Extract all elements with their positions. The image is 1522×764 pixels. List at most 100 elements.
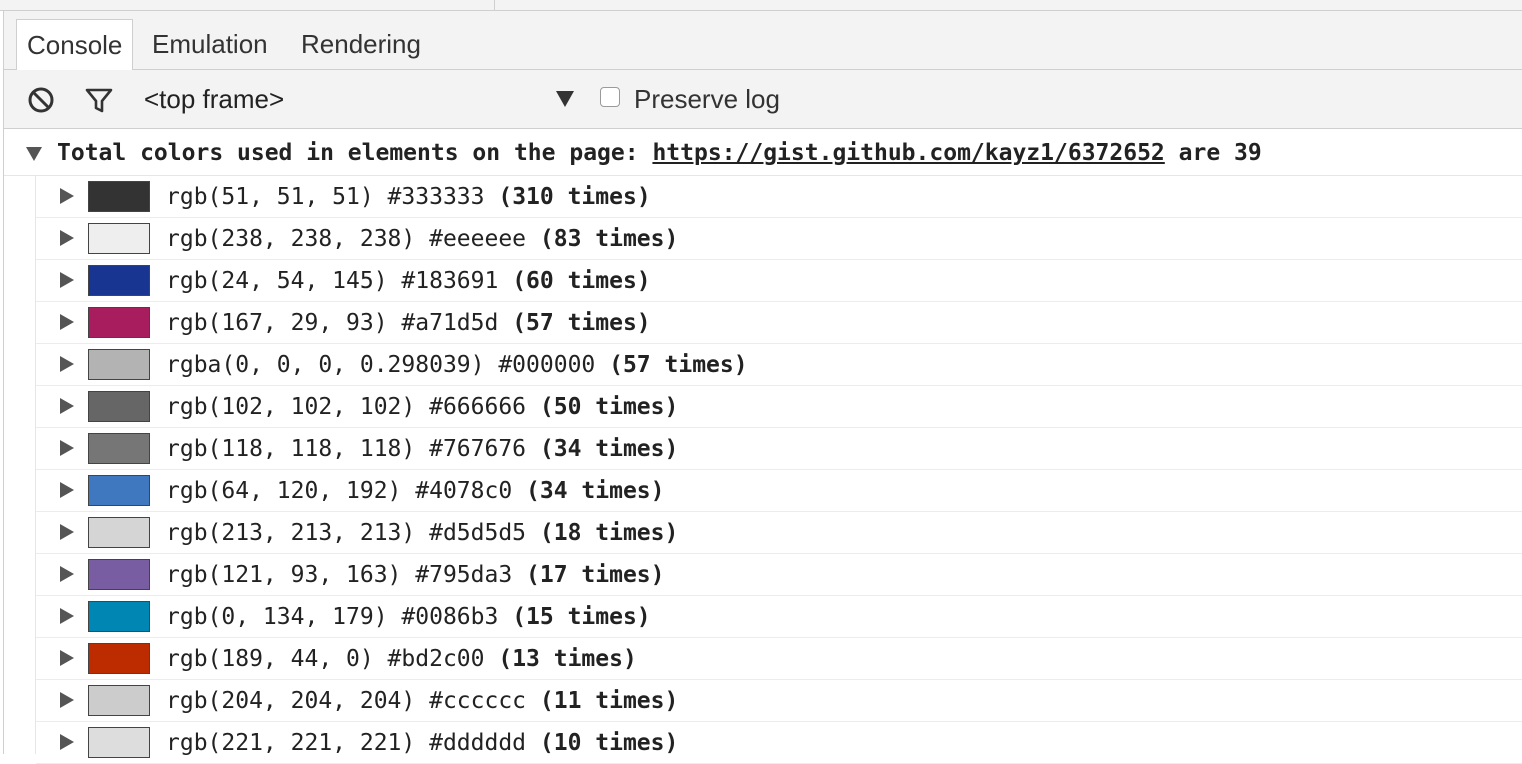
top-panel-strip: [0, 0, 1522, 11]
expand-triangle-icon[interactable]: [26, 147, 42, 161]
gist-link[interactable]: https://gist.github.com/kayz1/6372652: [652, 140, 1164, 166]
drawer-tab-bar: Console Emulation Rendering: [4, 11, 1522, 70]
tab-console[interactable]: Console: [16, 19, 134, 70]
color-text: rgb(24, 54, 145) #183691 (60 times): [166, 260, 651, 302]
collapse-triangle-icon[interactable]: [60, 734, 74, 750]
color-value: rgb(121, 93, 163) #795da3: [166, 562, 527, 588]
color-row[interactable]: rgb(167, 29, 93) #a71d5d (57 times): [36, 302, 1522, 344]
color-swatch: [88, 223, 150, 254]
collapse-triangle-icon[interactable]: [60, 356, 74, 372]
color-count: (15 times): [512, 604, 651, 630]
color-count: (57 times): [512, 310, 651, 336]
color-count: (13 times): [498, 646, 637, 672]
color-row[interactable]: rgb(0, 134, 179) #0086b3 (15 times): [36, 596, 1522, 638]
color-value: rgb(238, 238, 238) #eeeeee: [166, 226, 540, 252]
color-text: rgb(238, 238, 238) #eeeeee (83 times): [166, 218, 678, 260]
color-count: (18 times): [539, 520, 679, 546]
color-swatch: [88, 391, 150, 422]
color-text: rgb(64, 120, 192) #4078c0 (34 times): [166, 470, 665, 512]
collapse-triangle-icon[interactable]: [60, 230, 74, 246]
color-text: rgb(51, 51, 51) #333333 (310 times): [166, 176, 651, 218]
color-swatch: [88, 307, 150, 338]
color-row[interactable]: rgb(221, 221, 221) #dddddd (10 times): [36, 722, 1522, 764]
color-value: rgb(102, 102, 102) #666666: [166, 394, 540, 420]
color-row[interactable]: rgb(204, 204, 204) #cccccc (11 times): [36, 680, 1522, 722]
group-message: Total colors used in elements on the pag…: [57, 129, 1262, 177]
collapse-triangle-icon[interactable]: [60, 398, 74, 414]
color-row[interactable]: rgba(0, 0, 0, 0.298039) #000000 (57 time…: [36, 344, 1522, 386]
color-row[interactable]: rgb(24, 54, 145) #183691 (60 times): [36, 260, 1522, 302]
color-row[interactable]: rgb(102, 102, 102) #666666 (50 times): [36, 386, 1522, 428]
color-row[interactable]: rgb(189, 44, 0) #bd2c00 (13 times): [36, 638, 1522, 680]
collapse-triangle-icon[interactable]: [60, 482, 74, 498]
color-count: (310 times): [498, 184, 651, 210]
color-count: (34 times): [526, 478, 665, 504]
color-value: rgb(167, 29, 93) #a71d5d: [166, 310, 513, 336]
console-toolbar: <top frame> Preserve log: [4, 70, 1522, 129]
color-count: (50 times): [539, 394, 679, 420]
dropdown-arrow-icon[interactable]: [556, 91, 574, 107]
group-prefix: Total colors used in elements on the pag…: [57, 140, 653, 166]
color-count: (83 times): [539, 226, 679, 252]
preserve-log-label[interactable]: Preserve log: [634, 70, 780, 128]
color-value: rgb(118, 118, 118) #767676: [166, 436, 540, 462]
collapse-triangle-icon[interactable]: [60, 272, 74, 288]
tab-emulation[interactable]: Emulation: [142, 19, 278, 69]
color-swatch: [88, 559, 150, 590]
color-value: rgb(204, 204, 204) #cccccc: [166, 688, 540, 714]
color-text: rgb(0, 134, 179) #0086b3 (15 times): [166, 596, 651, 638]
color-value: rgb(213, 213, 213) #d5d5d5: [166, 520, 540, 546]
frame-select[interactable]: <top frame>: [144, 70, 584, 128]
color-text: rgb(121, 93, 163) #795da3 (17 times): [166, 554, 665, 596]
color-swatch: [88, 349, 150, 380]
color-count: (34 times): [539, 436, 679, 462]
clear-console-icon[interactable]: [26, 85, 56, 115]
collapse-triangle-icon[interactable]: [60, 566, 74, 582]
collapse-triangle-icon[interactable]: [60, 440, 74, 456]
color-swatch: [88, 265, 150, 296]
color-text: rgb(102, 102, 102) #666666 (50 times): [166, 386, 678, 428]
color-swatch: [88, 685, 150, 716]
collapse-triangle-icon[interactable]: [60, 314, 74, 330]
color-value: rgba(0, 0, 0, 0.298039) #000000: [166, 352, 610, 378]
color-value: rgb(221, 221, 221) #dddddd: [166, 730, 540, 756]
color-swatch: [88, 433, 150, 464]
color-text: rgb(118, 118, 118) #767676 (34 times): [166, 428, 678, 470]
color-row[interactable]: rgb(238, 238, 238) #eeeeee (83 times): [36, 218, 1522, 260]
color-row[interactable]: rgb(51, 51, 51) #333333 (310 times): [36, 176, 1522, 218]
console-output: Total colors used in elements on the pag…: [4, 129, 1522, 764]
collapse-triangle-icon[interactable]: [60, 524, 74, 540]
color-row[interactable]: rgb(118, 118, 118) #767676 (34 times): [36, 428, 1522, 470]
color-count: (17 times): [526, 562, 665, 588]
color-count: (57 times): [609, 352, 748, 378]
color-swatch: [88, 517, 150, 548]
color-text: rgb(167, 29, 93) #a71d5d (57 times): [166, 302, 651, 344]
collapse-triangle-icon[interactable]: [60, 608, 74, 624]
collapse-triangle-icon[interactable]: [60, 692, 74, 708]
color-value: rgb(64, 120, 192) #4078c0: [166, 478, 527, 504]
color-count: (10 times): [539, 730, 679, 756]
color-value: rgb(24, 54, 145) #183691: [166, 268, 513, 294]
console-group-header[interactable]: Total colors used in elements on the pag…: [4, 129, 1522, 176]
group-suffix: are 39: [1164, 140, 1262, 166]
color-text: rgba(0, 0, 0, 0.298039) #000000 (57 time…: [166, 344, 748, 386]
color-value: rgb(189, 44, 0) #bd2c00: [166, 646, 499, 672]
preserve-log-checkbox[interactable]: [600, 87, 620, 107]
color-value: rgb(51, 51, 51) #333333: [166, 184, 499, 210]
color-row[interactable]: rgb(64, 120, 192) #4078c0 (34 times): [36, 470, 1522, 512]
collapse-triangle-icon[interactable]: [60, 650, 74, 666]
color-swatch: [88, 643, 150, 674]
collapse-triangle-icon[interactable]: [60, 188, 74, 204]
color-count: (60 times): [512, 268, 651, 294]
color-text: rgb(221, 221, 221) #dddddd (10 times): [166, 722, 678, 764]
filter-icon[interactable]: [84, 85, 114, 115]
tab-rendering[interactable]: Rendering: [291, 19, 431, 69]
color-count: (11 times): [539, 688, 679, 714]
frame-select-label: <top frame>: [144, 84, 285, 114]
color-row[interactable]: rgb(121, 93, 163) #795da3 (17 times): [36, 554, 1522, 596]
color-text: rgb(204, 204, 204) #cccccc (11 times): [166, 680, 678, 722]
color-row[interactable]: rgb(213, 213, 213) #d5d5d5 (18 times): [36, 512, 1522, 554]
color-swatch: [88, 475, 150, 506]
color-text: rgb(189, 44, 0) #bd2c00 (13 times): [166, 638, 637, 680]
color-swatch: [88, 181, 150, 212]
